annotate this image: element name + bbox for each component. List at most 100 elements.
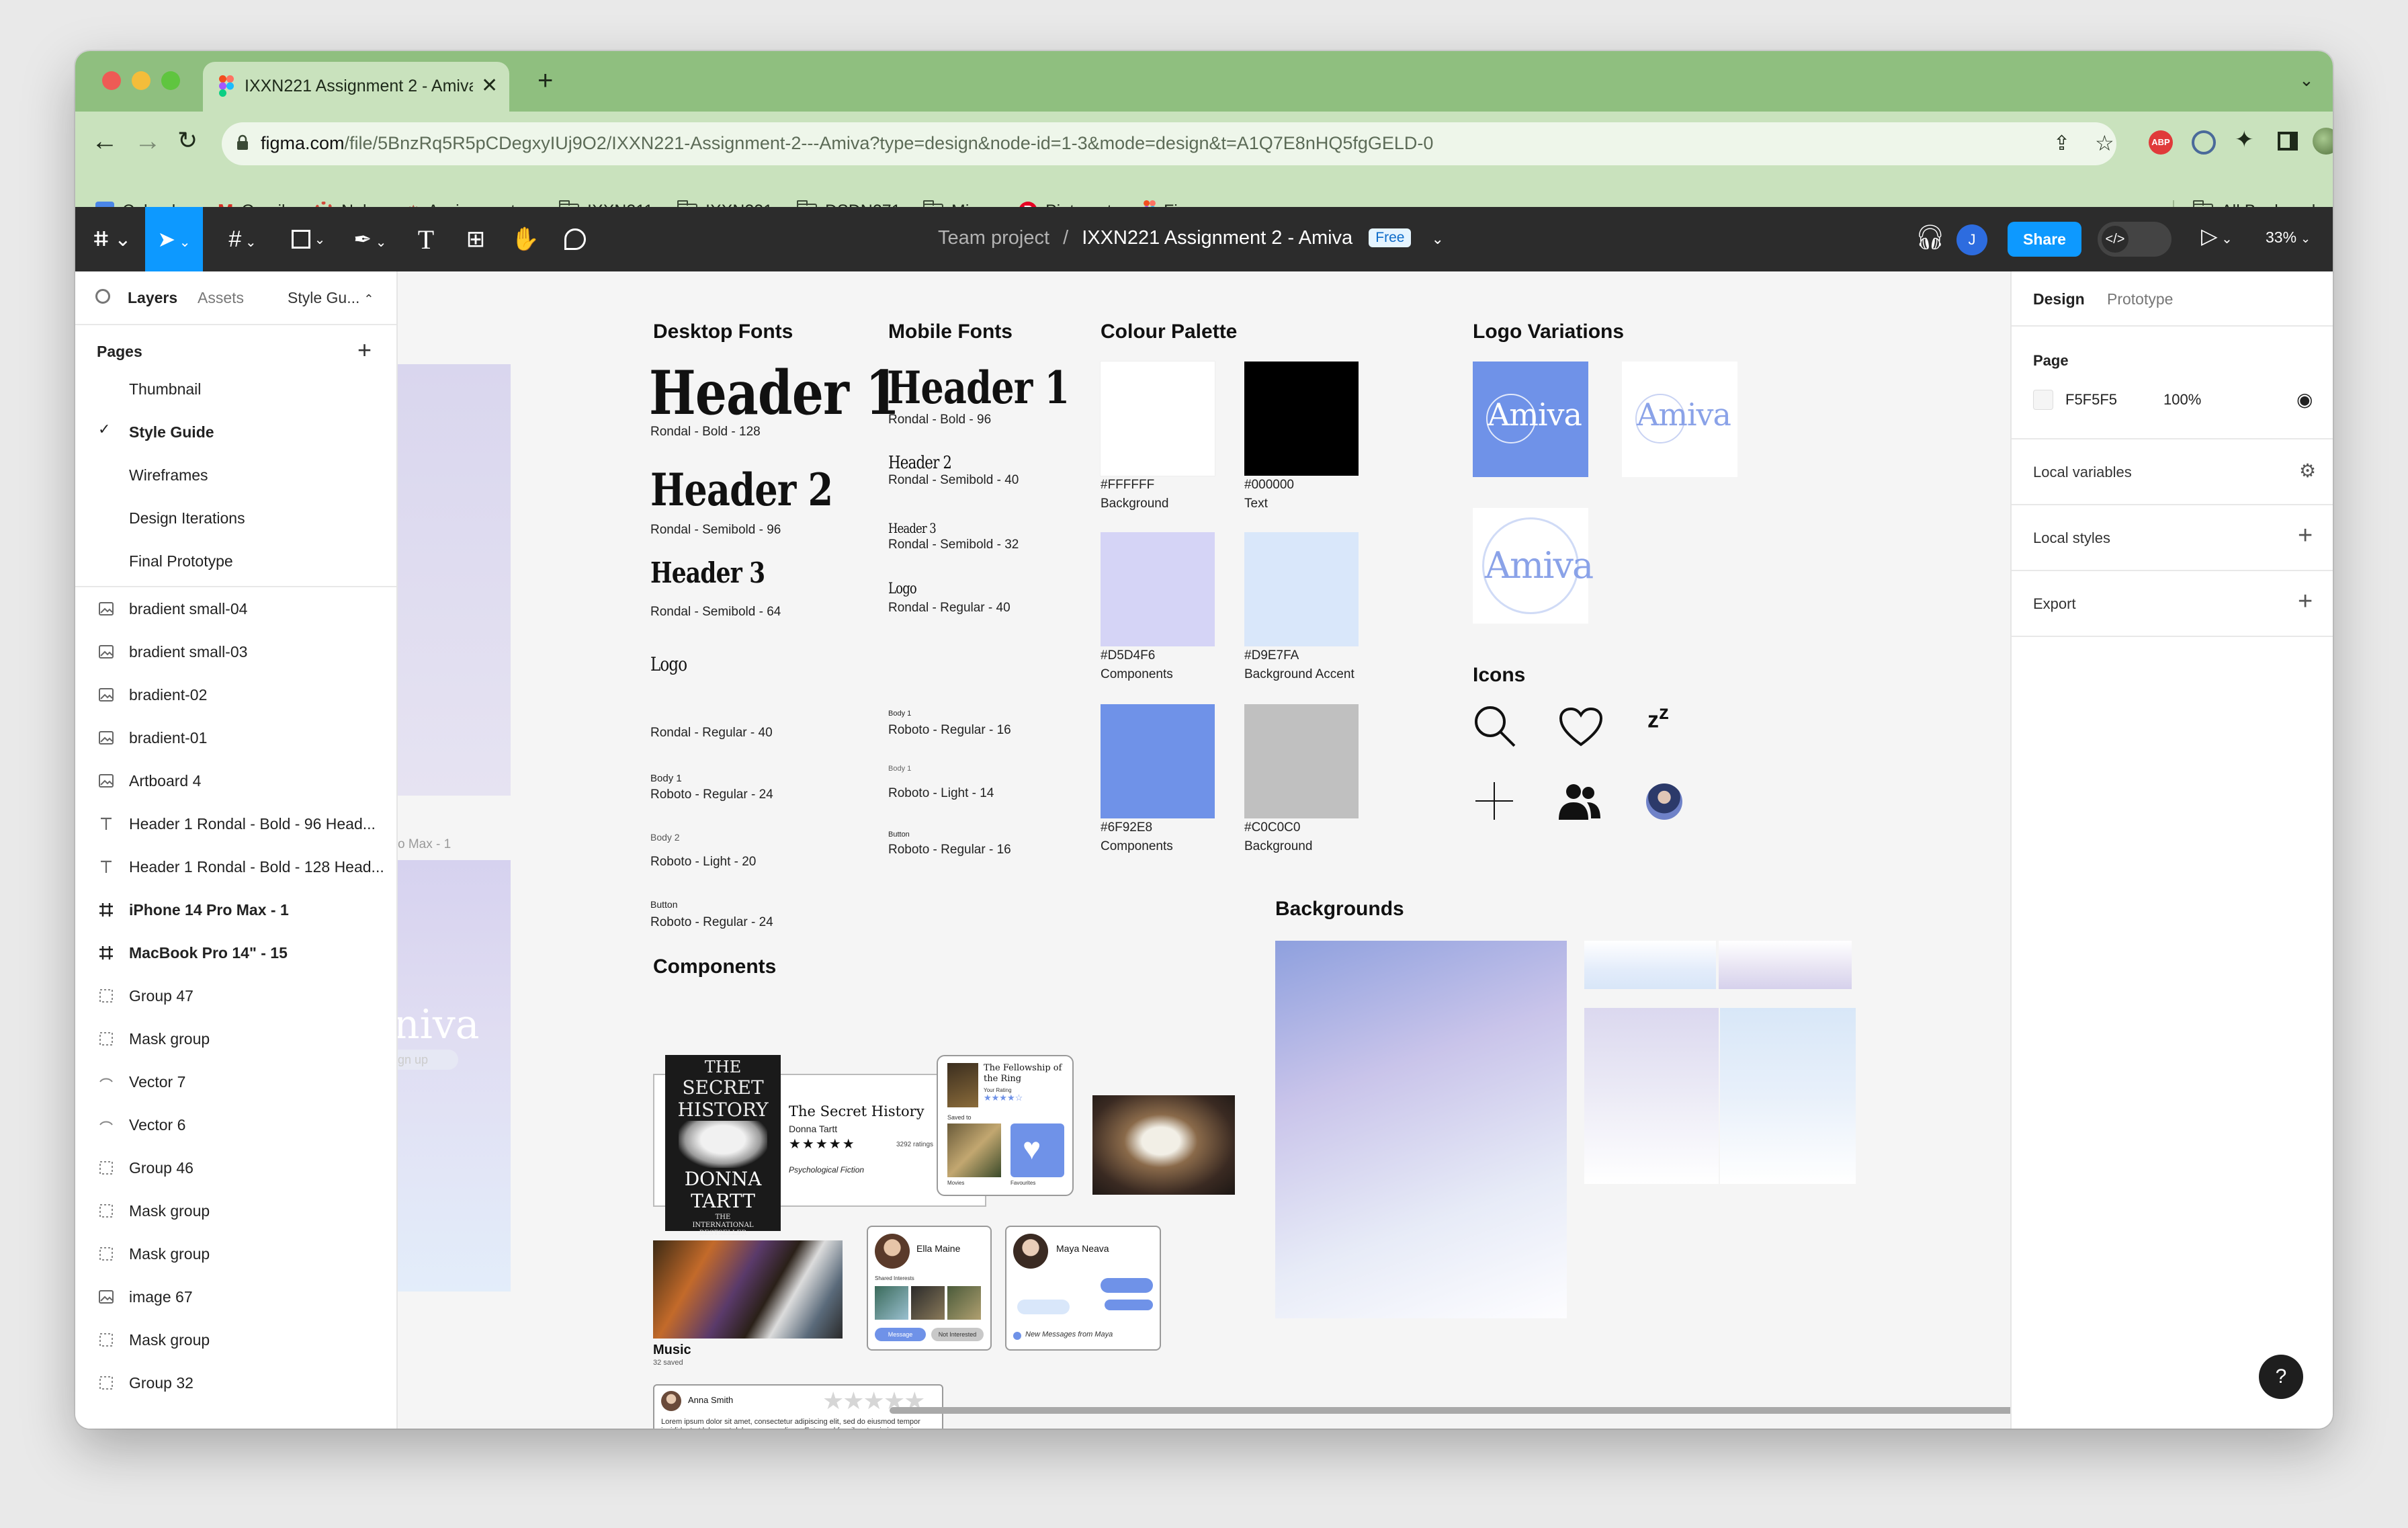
dev-mode-toggle[interactable]: </> — [2098, 222, 2172, 257]
tab-search-icon[interactable]: ⌄ — [2299, 70, 2314, 91]
colour-swatch[interactable] — [1101, 704, 1215, 818]
review-card[interactable]: Anna Smith ★★★★★ Lorem ipsum dolor sit a… — [653, 1384, 943, 1429]
layer-row[interactable]: Artboard 4 — [75, 759, 396, 802]
comment-tool-button[interactable] — [558, 207, 593, 271]
horizontal-scrollbar[interactable] — [890, 1407, 2010, 1414]
close-window-button[interactable] — [102, 71, 121, 90]
extension-icon[interactable] — [2192, 130, 2216, 155]
forward-icon[interactable]: → — [134, 126, 161, 157]
reading-photo[interactable] — [1092, 1095, 1235, 1195]
layer-row[interactable]: Group 46 — [75, 1146, 396, 1189]
back-icon[interactable]: ← — [91, 126, 118, 157]
background-gradient-small-2[interactable] — [1719, 941, 1852, 989]
macbook-frame-preview[interactable] — [398, 364, 511, 796]
page-item-design-iterations[interactable]: Design Iterations — [129, 509, 245, 527]
hand-tool-button[interactable]: ✋ — [508, 207, 543, 271]
adblock-extension-icon[interactable]: ABP — [2149, 130, 2173, 155]
message-card[interactable]: Maya Neava New Messages from Maya — [1005, 1226, 1161, 1351]
layer-row[interactable]: bradient-02 — [75, 673, 396, 716]
team-name[interactable]: Team project — [938, 227, 1049, 249]
match-profile-card[interactable]: Ella Maine Shared Interests Message Not … — [867, 1226, 992, 1351]
export-label[interactable]: Export — [2033, 595, 2076, 613]
layer-row[interactable]: Vector 6 — [75, 1103, 396, 1146]
bookmark-star-icon[interactable]: ☆ — [2095, 130, 2114, 156]
layer-row[interactable]: image 67 — [75, 1275, 396, 1318]
share-button[interactable]: Share — [2008, 222, 2081, 257]
layer-row[interactable]: Group 32 — [75, 1361, 396, 1404]
layer-row[interactable]: Mask group — [75, 1318, 396, 1361]
share-page-icon[interactable]: ⇪ — [2053, 132, 2070, 155]
background-gradient-medium-1[interactable] — [1584, 1008, 1719, 1184]
tab-prototype[interactable]: Prototype — [2107, 290, 2173, 308]
local-variables-label[interactable]: Local variables — [2033, 464, 2132, 481]
audio-headphones-icon[interactable]: 🎧︎ — [1915, 223, 1946, 251]
page-item-wireframes[interactable]: Wireframes — [129, 466, 208, 484]
layer-row[interactable]: Group 47 — [75, 974, 396, 1017]
add-page-icon[interactable]: + — [357, 336, 372, 364]
colour-swatch[interactable] — [1244, 704, 1359, 818]
tab-design[interactable]: Design — [2033, 290, 2085, 308]
address-bar[interactable]: figma.com/file/5BnzRq5R5pCDegxyIUj9O2/IX… — [222, 122, 2116, 165]
colour-swatch[interactable] — [1244, 362, 1359, 476]
zoom-dropdown[interactable]: 33% ⌄ — [2266, 228, 2311, 247]
shape-tool-button[interactable]: ⌄ — [285, 207, 332, 271]
tab-layers[interactable]: Layers — [128, 289, 177, 307]
present-button[interactable]: ▷ ⌄ — [2201, 223, 2233, 249]
text-tool-button[interactable]: T — [408, 207, 443, 271]
close-tab-icon[interactable]: ✕ — [481, 74, 498, 97]
design-canvas[interactable]: o Max - 1 niva gn up Desktop Fonts Heade… — [398, 271, 2010, 1429]
browser-tab[interactable]: IXXN221 Assignment 2 - Amiva ✕ — [203, 62, 509, 112]
eye-icon[interactable]: ◉ — [2296, 388, 2313, 411]
not-interested-button[interactable]: Not Interested — [931, 1328, 984, 1341]
page-switcher[interactable]: Style Gu... ⌃ — [288, 289, 374, 307]
file-menu-chevron-icon[interactable]: ⌄ — [1432, 230, 1444, 247]
page-opacity-input[interactable]: 100% — [2163, 391, 2201, 409]
resources-tool-button[interactable]: ⊞ — [458, 207, 493, 271]
colour-swatch[interactable] — [1101, 532, 1215, 646]
file-name[interactable]: IXXN221 Assignment 2 - Amiva — [1082, 227, 1352, 249]
layer-row[interactable]: Mask group — [75, 1232, 396, 1275]
puzzle-extensions-icon[interactable]: ✦ — [2235, 126, 2254, 153]
page-item-thumbnail[interactable]: Thumbnail — [129, 380, 201, 398]
move-tool-button[interactable]: ➤ ⌄ — [145, 207, 203, 271]
logo-variant-white[interactable]: Amiva — [1622, 362, 1737, 477]
help-button[interactable]: ? — [2259, 1355, 2303, 1399]
pen-tool-button[interactable]: ✒ ⌄ — [347, 207, 394, 271]
layer-row[interactable]: bradient small-03 — [75, 630, 396, 673]
profile-avatar[interactable] — [2313, 128, 2333, 155]
music-collection-card[interactable] — [653, 1240, 843, 1339]
page-color-swatch[interactable] — [2033, 390, 2053, 410]
message-button[interactable]: Message — [875, 1328, 926, 1341]
layer-row[interactable]: Header 1 Rondal - Bold - 96 Head... — [75, 802, 396, 845]
page-color-input[interactable]: F5F5F5 — [2065, 391, 2117, 409]
frame-tool-button[interactable]: # ⌄ — [219, 207, 266, 271]
search-icon[interactable] — [95, 289, 110, 304]
background-gradient-small-1[interactable] — [1584, 941, 1716, 989]
new-tab-icon[interactable]: + — [538, 67, 553, 94]
variables-settings-icon[interactable]: ⚙ — [2299, 460, 2316, 482]
colour-swatch[interactable] — [1244, 532, 1359, 646]
minimize-window-button[interactable] — [132, 71, 150, 90]
layer-row[interactable]: Vector 7 — [75, 1060, 396, 1103]
logo-variant-circle[interactable]: Amiva — [1473, 508, 1594, 624]
side-panel-icon[interactable] — [2278, 132, 2298, 151]
layer-row[interactable]: MacBook Pro 14" - 15 — [75, 931, 396, 974]
reload-icon[interactable]: ↻ — [177, 126, 198, 155]
iphone-frame-preview[interactable]: niva gn up — [398, 860, 511, 1291]
layer-row[interactable]: Mask group — [75, 1017, 396, 1060]
layer-row[interactable]: iPhone 14 Pro Max - 1 — [75, 888, 396, 931]
figma-main-menu-button[interactable]: ⵌ ⌄ — [89, 207, 136, 271]
user-avatar[interactable]: J — [1956, 224, 1987, 255]
page-item-style-guide[interactable]: Style Guide — [129, 423, 214, 441]
layer-row[interactable]: bradient small-04 — [75, 587, 396, 630]
book-cover[interactable]: THE SECRET HISTORY DONNA TARTT THE INTER… — [665, 1055, 781, 1237]
local-styles-label[interactable]: Local styles — [2033, 529, 2110, 547]
colour-swatch[interactable] — [1100, 361, 1215, 476]
add-export-icon[interactable]: + — [2298, 587, 2313, 616]
layer-row[interactable]: bradient-01 — [75, 716, 396, 759]
background-gradient-large[interactable] — [1275, 941, 1567, 1318]
page-item-final-prototype[interactable]: Final Prototype — [129, 552, 233, 570]
layer-row[interactable]: Header 1 Rondal - Bold - 128 Head... — [75, 845, 396, 888]
movie-saved-card[interactable]: The Fellowship of the Ring Your Rating ★… — [937, 1055, 1074, 1196]
logo-variant-blue[interactable]: Amiva — [1473, 362, 1588, 477]
